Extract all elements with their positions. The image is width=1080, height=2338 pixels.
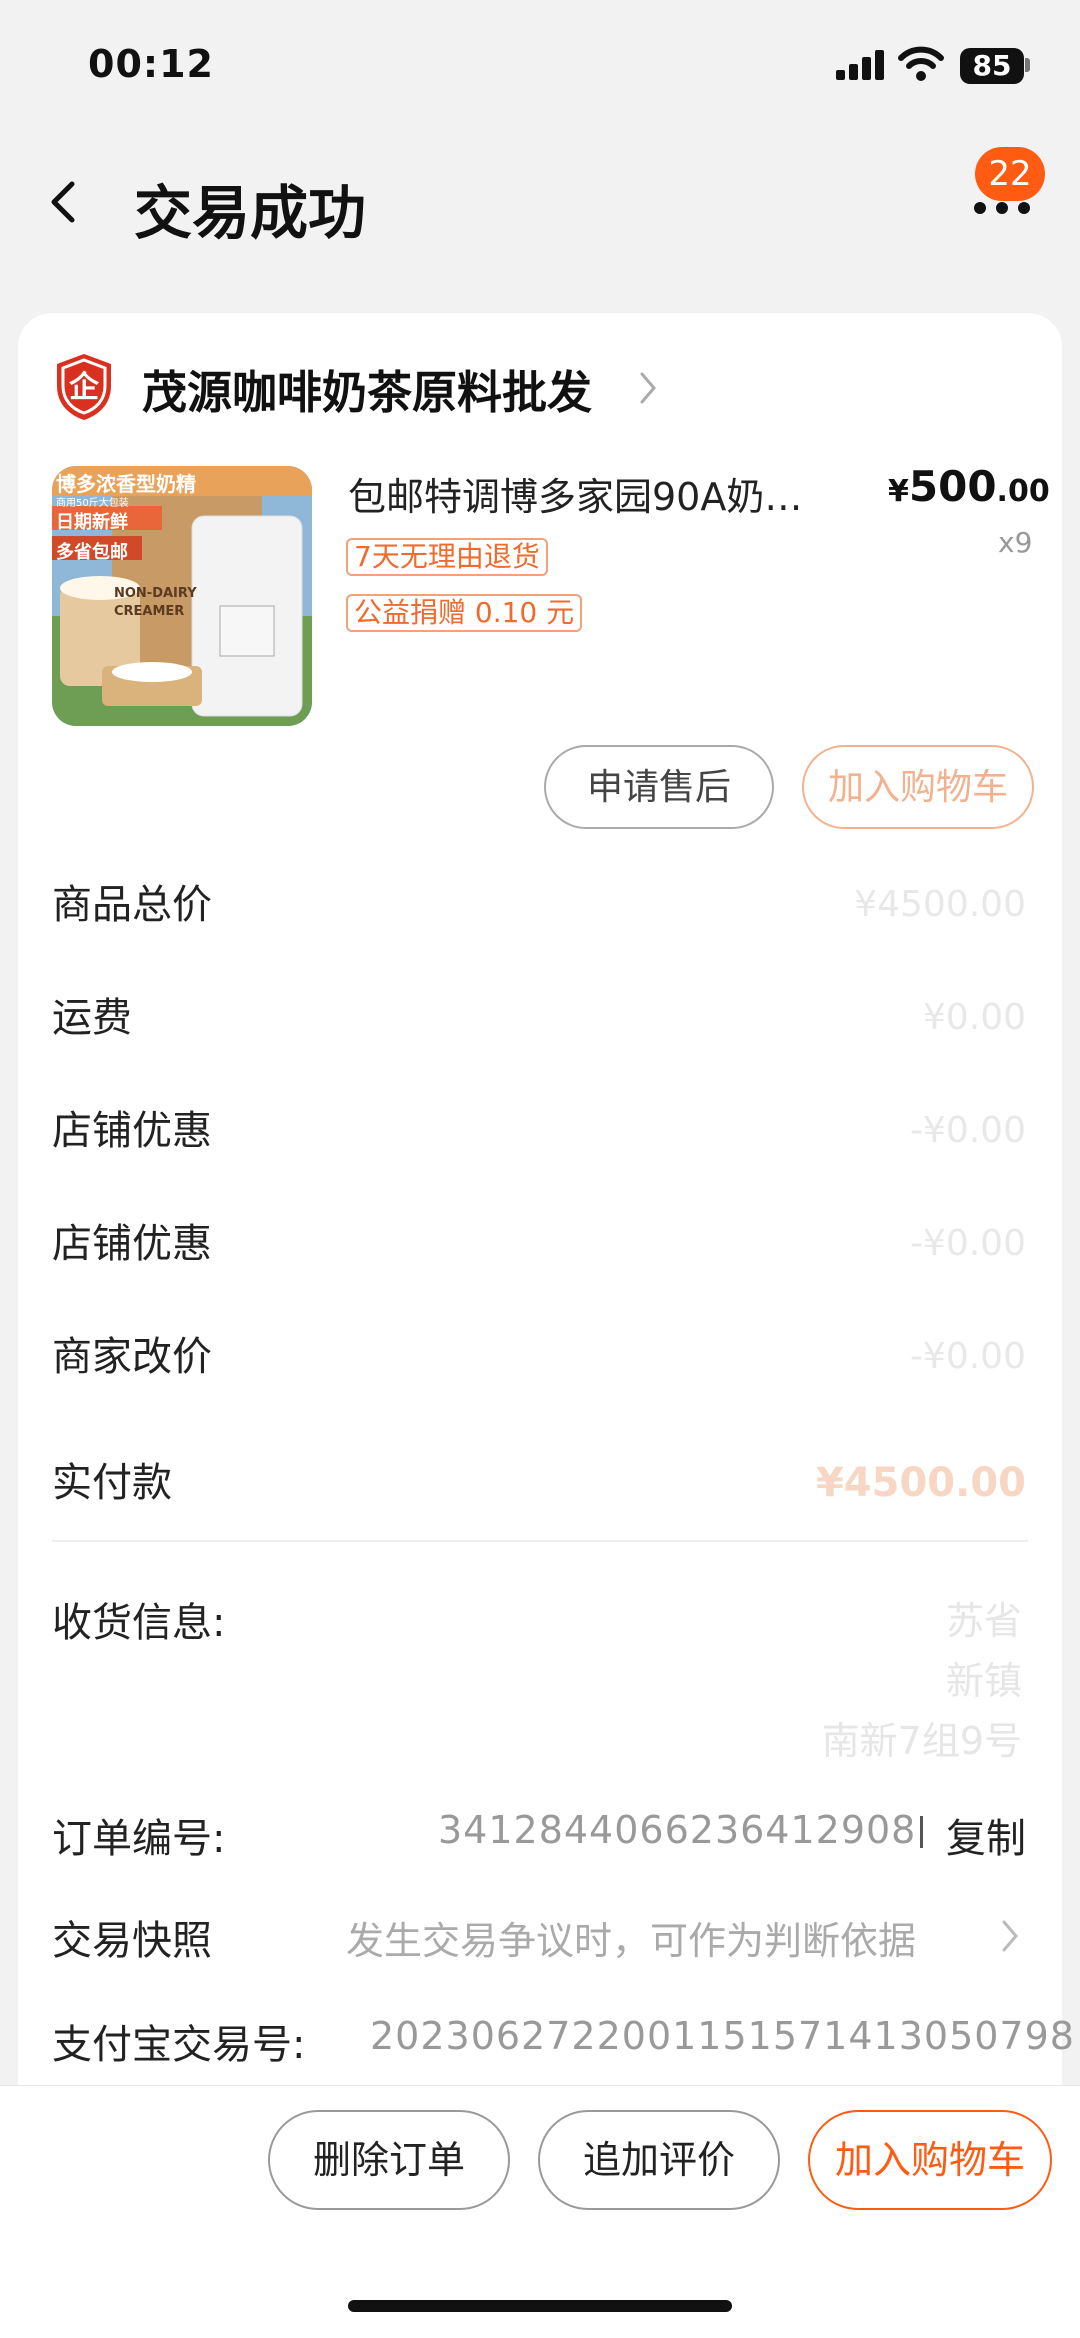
price-main: 500 (908, 462, 997, 511)
shop-logo-char: 企 (69, 370, 99, 405)
alipay-number-label: 支付宝交易号: (52, 2022, 306, 2068)
snapshot-description[interactable]: 发生交易争议时，可作为判断依据 (346, 1910, 916, 1965)
summary-value-shop-discount: -¥0.00 (909, 1110, 1026, 1151)
product-image-text: 博多浓香型奶精 (56, 472, 196, 496)
order-number-label: 订单编号: (52, 1816, 226, 1862)
chevron-right-icon[interactable] (1000, 1918, 1020, 1954)
add-to-cart-bottom-button[interactable]: 加入购物车 (808, 2110, 1052, 2210)
separator (920, 1816, 923, 1848)
chevron-right-icon[interactable] (638, 370, 658, 406)
order-number: 3412844066236412908 (438, 1808, 917, 1852)
alipay-number: 2023062722001151571413050798 (370, 2014, 1075, 2058)
after-sale-button[interactable]: 申请售后 (544, 745, 774, 829)
summary-label-shop-discount: 店铺优惠 (52, 1108, 212, 1154)
wifi-icon (898, 46, 944, 81)
shipping-address-line: 苏省 (945, 1599, 1022, 1643)
product-image-text: 商用50斤大包装 (56, 498, 129, 509)
shipping-info-label: 收货信息: (52, 1600, 226, 1646)
summary-value-total: ¥4500.00 (854, 884, 1026, 925)
summary-value-shop-discount-2: -¥0.00 (909, 1223, 1026, 1264)
cellular-signal-icon (836, 50, 884, 80)
return-policy-tag: 7天无理由退货 (346, 538, 548, 576)
summary-label-paid: 实付款 (52, 1460, 172, 1506)
price-currency: ¥ (888, 474, 909, 509)
summary-label-shop-discount-2: 店铺优惠 (52, 1221, 212, 1267)
summary-value-price-change: -¥0.00 (909, 1336, 1026, 1377)
shop-shield-icon: 企 (53, 352, 115, 426)
shop-name[interactable]: 茂源咖啡奶茶原料批发 (142, 356, 592, 421)
shipping-address-line: 南新7组9号 (821, 1719, 1022, 1763)
summary-label-total: 商品总价 (52, 882, 212, 928)
divider (52, 1540, 1028, 1542)
product-image-text: NON-DAIRY (114, 586, 197, 601)
product-title[interactable]: 包邮特调博多家园90A奶… (348, 466, 858, 521)
snapshot-label[interactable]: 交易快照 (52, 1908, 212, 1966)
back-arrow-icon[interactable] (48, 178, 78, 226)
add-to-cart-button[interactable]: 加入购物车 (802, 745, 1034, 829)
product-price: ¥500.00 (888, 462, 1050, 511)
page-title: 交易成功 (134, 179, 367, 247)
price-cents: .00 (996, 474, 1050, 509)
product-image-text: 日期新鲜 (56, 512, 128, 533)
home-indicator (348, 2300, 732, 2312)
charity-donation-tag: 公益捐赠 0.10 元 (346, 594, 583, 632)
shipping-address-line: 新镇 (945, 1659, 1022, 1703)
product-image-text: 多省包邮 (56, 542, 128, 563)
summary-value-paid: ¥4500.00 (815, 1460, 1026, 1506)
copy-button[interactable]: 复制 (946, 1806, 1026, 1864)
more-menu-icon[interactable] (972, 200, 1032, 216)
summary-value-shipping: ¥0.00 (922, 997, 1026, 1038)
summary-label-shipping: 运费 (52, 995, 132, 1041)
summary-label-price-change: 商家改价 (52, 1334, 212, 1380)
battery-icon: 85 (960, 48, 1024, 84)
add-review-button[interactable]: 追加评价 (538, 2110, 780, 2210)
battery-tip (1025, 58, 1030, 72)
product-image[interactable]: 博多浓香型奶精 商用50斤大包装 日期新鲜 多省包邮 NON-DAIRY CRE… (52, 466, 312, 726)
notification-badge: 22 (975, 147, 1045, 201)
product-image-text: CREAMER (114, 604, 185, 619)
delete-order-button[interactable]: 删除订单 (268, 2110, 510, 2210)
status-time: 00:12 (88, 42, 214, 86)
product-quantity: x9 (998, 526, 1033, 559)
